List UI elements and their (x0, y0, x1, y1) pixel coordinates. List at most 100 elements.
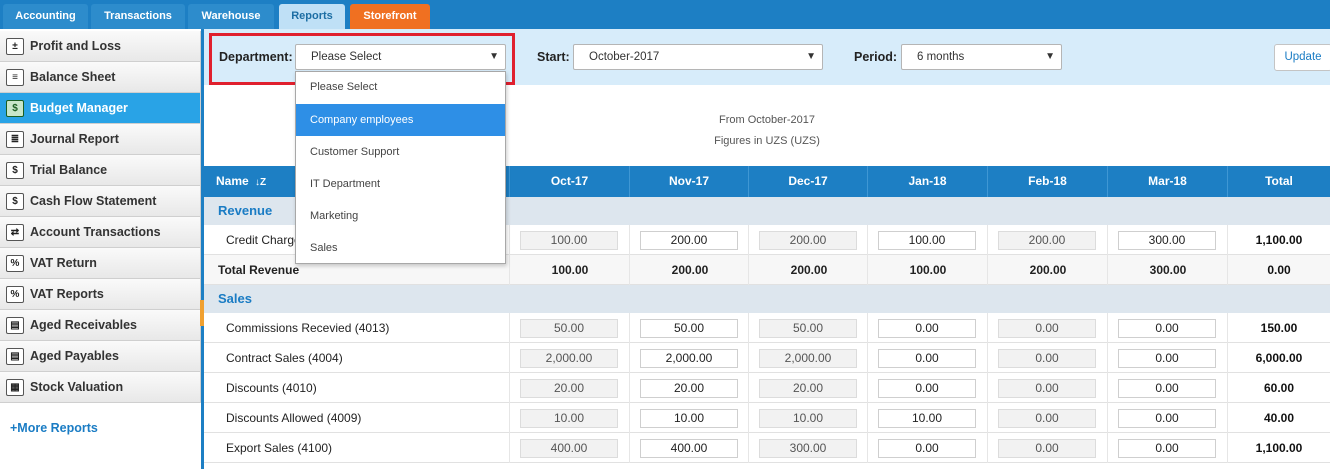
row-total: 60.00 (1227, 373, 1330, 403)
journal-icon: ≣ (6, 131, 24, 148)
tab-transactions[interactable]: Transactions (91, 4, 185, 29)
dropdown-option-marketing[interactable]: Marketing (296, 200, 505, 232)
budget-input[interactable]: 0.00 (998, 409, 1096, 428)
budget-input[interactable]: 0.00 (998, 439, 1096, 458)
table-row: Discounts Allowed (4009) 10.00 10.00 10.… (204, 403, 1330, 433)
sidebar-item-budget-manager[interactable]: $ Budget Manager (0, 93, 201, 124)
table-row: Commissions Recevied (4013) 50.00 50.00 … (204, 313, 1330, 343)
dropdown-option-sales[interactable]: Sales (296, 232, 505, 263)
start-select[interactable]: October-2017 ▼ (573, 44, 823, 70)
budget-input[interactable]: 300.00 (759, 439, 857, 458)
budget-input[interactable]: 0.00 (998, 349, 1096, 368)
section-header-sales: Sales (204, 285, 1330, 313)
budget-input[interactable]: 400.00 (640, 439, 738, 458)
budget-input[interactable]: 10.00 (520, 409, 618, 428)
total-value: 100.00 (551, 263, 589, 277)
budget-input[interactable]: 0.00 (878, 349, 976, 368)
budget-input[interactable]: 50.00 (759, 319, 857, 338)
budget-input[interactable]: 2,000.00 (520, 349, 618, 368)
budget-input[interactable]: 0.00 (1118, 319, 1216, 338)
chevron-down-icon: ▼ (1045, 51, 1055, 62)
dropdown-option-customer-support[interactable]: Customer Support (296, 136, 505, 168)
row-total: 1,100.00 (1227, 433, 1330, 463)
sidebar-item-cash-flow-statement[interactable]: $ Cash Flow Statement (0, 186, 201, 217)
sidebar-item-journal-report[interactable]: ≣ Journal Report (0, 124, 201, 155)
tab-accounting[interactable]: Accounting (3, 4, 88, 29)
department-dropdown-list: Please Select Company employees Customer… (295, 71, 506, 264)
tab-reports[interactable]: Reports (279, 4, 345, 29)
aged-receivables-icon: ▤ (6, 317, 24, 334)
sidebar-item-aged-payables[interactable]: ▤ Aged Payables (0, 341, 201, 372)
period-select[interactable]: 6 months ▼ (901, 44, 1062, 70)
month-column-header: Mar-18 (1107, 166, 1227, 197)
sidebar-item-label: Account Transactions (30, 225, 161, 239)
period-select-value: 6 months (917, 51, 965, 63)
dropdown-option-company-employees[interactable]: Company employees (296, 104, 505, 136)
sidebar-item-label: Balance Sheet (30, 70, 116, 84)
sidebar-item-trial-balance[interactable]: $ Trial Balance (0, 155, 201, 186)
budget-input[interactable]: 20.00 (759, 379, 857, 398)
budget-input[interactable]: 200.00 (998, 231, 1096, 250)
sidebar-item-label: Trial Balance (30, 163, 108, 177)
sidebar-item-label: Aged Payables (30, 349, 119, 363)
sidebar-item-stock-valuation[interactable]: ▦ Stock Valuation (0, 372, 201, 403)
name-header-label: Name (216, 174, 249, 188)
chevron-down-icon: ▼ (806, 51, 816, 62)
tab-storefront[interactable]: Storefront (350, 4, 430, 29)
budget-input[interactable]: 0.00 (1118, 349, 1216, 368)
vat-reports-icon: % (6, 286, 24, 303)
budget-input[interactable]: 0.00 (878, 439, 976, 458)
budget-input[interactable]: 50.00 (640, 319, 738, 338)
dropdown-option-please-select[interactable]: Please Select (296, 72, 505, 103)
total-value: 300.00 (1149, 263, 1187, 277)
budget-input[interactable]: 20.00 (520, 379, 618, 398)
budget-input[interactable]: 50.00 (520, 319, 618, 338)
sidebar-item-vat-return[interactable]: % VAT Return (0, 248, 201, 279)
sidebar-item-profit-and-loss[interactable]: ± Profit and Loss (0, 31, 201, 62)
budget-input[interactable]: 0.00 (1118, 379, 1216, 398)
budget-input[interactable]: 0.00 (1118, 409, 1216, 428)
budget-input[interactable]: 400.00 (520, 439, 618, 458)
sort-icon[interactable]: ↓Z (255, 177, 266, 188)
row-total: 150.00 (1227, 313, 1330, 343)
budget-input[interactable]: 0.00 (998, 379, 1096, 398)
aged-payables-icon: ▤ (6, 348, 24, 365)
sidebar-item-label: Profit and Loss (30, 39, 121, 53)
sidebar-item-account-transactions[interactable]: ⇄ Account Transactions (0, 217, 201, 248)
budget-input[interactable]: 0.00 (878, 319, 976, 338)
budget-input[interactable]: 0.00 (1118, 439, 1216, 458)
sidebar-item-label: VAT Reports (30, 287, 104, 301)
budget-input[interactable]: 2,000.00 (640, 349, 738, 368)
budget-input[interactable]: 2,000.00 (759, 349, 857, 368)
dropdown-option-it-department[interactable]: IT Department (296, 168, 505, 200)
row-name: Commissions Recevied (4013) (226, 321, 390, 335)
total-value: 200.00 (790, 263, 828, 277)
budget-input[interactable]: 0.00 (998, 319, 1096, 338)
trial-balance-icon: $ (6, 162, 24, 179)
sidebar-item-label: Aged Receivables (30, 318, 137, 332)
tab-warehouse[interactable]: Warehouse (188, 4, 274, 29)
row-name: Contract Sales (4004) (226, 351, 343, 365)
start-label: Start: (537, 50, 570, 64)
budget-input[interactable]: 200.00 (640, 231, 738, 250)
budget-input[interactable]: 10.00 (759, 409, 857, 428)
sidebar-item-balance-sheet[interactable]: ≡ Balance Sheet (0, 62, 201, 93)
stock-valuation-icon: ▦ (6, 379, 24, 396)
budget-input[interactable]: 10.00 (878, 409, 976, 428)
budget-input[interactable]: 200.00 (759, 231, 857, 250)
sidebar-item-vat-reports[interactable]: % VAT Reports (0, 279, 201, 310)
month-column-header: Oct-17 (509, 166, 629, 197)
total-column-header: Total (1227, 166, 1330, 197)
budget-input[interactable]: 300.00 (1118, 231, 1216, 250)
sidebar-item-aged-receivables[interactable]: ▤ Aged Receivables (0, 310, 201, 341)
budget-input[interactable]: 100.00 (520, 231, 618, 250)
budget-input[interactable]: 0.00 (878, 379, 976, 398)
profit-loss-icon: ± (6, 38, 24, 55)
more-reports-link[interactable]: +More Reports (10, 421, 98, 435)
update-button[interactable]: Update (1274, 44, 1330, 71)
budget-input[interactable]: 20.00 (640, 379, 738, 398)
balance-sheet-icon: ≡ (6, 69, 24, 86)
budget-input[interactable]: 10.00 (640, 409, 738, 428)
budget-input[interactable]: 100.00 (878, 231, 976, 250)
table-row: Export Sales (4100) 400.00 400.00 300.00… (204, 433, 1330, 463)
